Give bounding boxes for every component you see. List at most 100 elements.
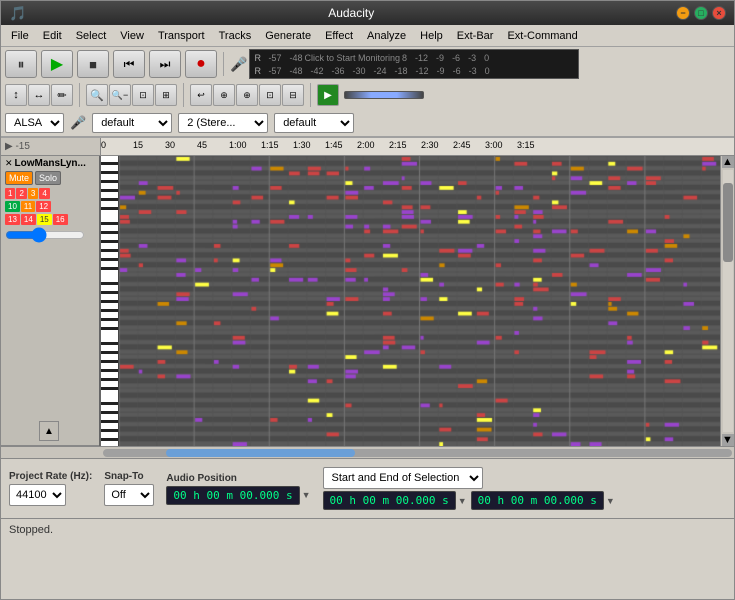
audio-position-group: Audio Position 00 h 00 m 00.000 s ▼: [166, 473, 310, 505]
scroll-up-arrow[interactable]: ▲: [722, 156, 734, 168]
zoom-out-button[interactable]: 🔍−: [109, 84, 131, 106]
playback-tool-1[interactable]: ▶: [317, 84, 339, 106]
channel-btn-10[interactable]: 10: [5, 201, 20, 212]
menu-generate[interactable]: Generate: [259, 28, 317, 44]
menu-tracks[interactable]: Tracks: [213, 28, 258, 44]
ruler-mark-30: 30: [165, 140, 175, 150]
midi-area: [101, 156, 720, 446]
menu-help[interactable]: Help: [414, 28, 449, 44]
menu-view[interactable]: View: [114, 28, 150, 44]
output-device-select[interactable]: default: [274, 113, 354, 133]
tools-divider-3: [310, 83, 311, 107]
tool-extra-2[interactable]: ⊕: [213, 84, 235, 106]
position-down-arrow[interactable]: ▼: [302, 490, 311, 500]
selection-type-select[interactable]: Start and End of Selection Start and Len…: [323, 467, 483, 489]
menu-analyze[interactable]: Analyze: [361, 28, 412, 44]
midi-channel-buttons-3: 13 14 15 16: [5, 214, 95, 225]
ruler-mark-15: 15: [133, 140, 143, 150]
tool-extra-4[interactable]: ⊡: [259, 84, 281, 106]
tool-extra-5[interactable]: ⊟: [282, 84, 304, 106]
menu-transport[interactable]: Transport: [152, 28, 211, 44]
ruler-mark-45: 45: [197, 140, 207, 150]
window-title: Audacity: [26, 6, 676, 20]
tool-extra-1[interactable]: ↩: [190, 84, 212, 106]
mute-button[interactable]: Mute: [5, 171, 33, 185]
project-rate-control: 44100 22050 48000: [9, 484, 92, 506]
audio-host-select[interactable]: ALSA: [5, 113, 64, 133]
project-rate-select[interactable]: 44100 22050 48000: [9, 484, 66, 506]
menu-select[interactable]: Select: [70, 28, 113, 44]
channel-btn-12[interactable]: 12: [36, 201, 51, 212]
minimize-button[interactable]: −: [676, 6, 690, 20]
channel-btn-4[interactable]: 4: [39, 188, 49, 199]
menu-file[interactable]: File: [5, 28, 35, 44]
stop-button[interactable]: ■: [77, 50, 109, 78]
ruler-mark-230: 2:30: [421, 140, 439, 150]
channel-btn-11[interactable]: 11: [21, 201, 35, 212]
envelope-tool-button[interactable]: ↔: [28, 84, 50, 106]
track-name: LowMansLyn...: [15, 158, 86, 169]
midi-note-canvas[interactable]: [119, 156, 720, 446]
horizontal-scrollbar[interactable]: [1, 446, 734, 458]
channel-btn-16[interactable]: 16: [53, 214, 68, 225]
status-text: Stopped.: [9, 524, 53, 536]
position3-down-arrow[interactable]: ▼: [606, 496, 615, 506]
menu-extbar[interactable]: Ext-Bar: [451, 28, 500, 44]
draw-tool-button[interactable]: ✏: [51, 84, 73, 106]
channel-btn-2[interactable]: 2: [16, 188, 26, 199]
input-device-select[interactable]: default: [92, 113, 172, 133]
vu-click-text[interactable]: Click to Start Monitoring: [304, 53, 400, 63]
channels-select[interactable]: 2 (Stere...: [178, 113, 268, 133]
menu-edit[interactable]: Edit: [37, 28, 68, 44]
scroll-up-button[interactable]: ▲: [39, 421, 59, 441]
snap-to-label: Snap-To: [104, 471, 154, 482]
vu-left-label: R: [254, 53, 266, 63]
maximize-button[interactable]: □: [694, 6, 708, 20]
scrollbar-track: [103, 449, 732, 457]
vertical-scrollbar[interactable]: ▲ ▼: [720, 156, 734, 446]
ruler-mark-315: 3:15: [517, 140, 535, 150]
track-volume-slider[interactable]: [5, 229, 85, 241]
channel-btn-15[interactable]: 15: [37, 214, 52, 225]
selection-tools: ↕ ↔ ✏: [5, 84, 73, 106]
position2-down-arrow[interactable]: ▼: [458, 496, 467, 506]
select-tool-button[interactable]: ↕: [5, 84, 27, 106]
mic-icon[interactable]: 🎤: [230, 56, 247, 73]
zoom-in-button[interactable]: 🔍: [86, 84, 108, 106]
scroll-down-arrow[interactable]: ▼: [722, 434, 734, 446]
title-bar: 🎵 Audacity − □ ×: [1, 1, 734, 25]
menu-effect[interactable]: Effect: [319, 28, 359, 44]
skip-back-button[interactable]: ⏮: [113, 50, 145, 78]
record-button[interactable]: ●: [185, 50, 217, 78]
vu-scale-top: -57-48: [268, 53, 302, 63]
playback-slider[interactable]: [344, 91, 424, 99]
tools-divider-2: [183, 83, 184, 107]
title-bar-left: 🎵: [9, 5, 26, 22]
zoom-fit-button[interactable]: ⊡: [132, 84, 154, 106]
device-row: ALSA 🎤 default 2 (Stere... default: [1, 109, 734, 137]
track-close-button[interactable]: ✕: [5, 158, 13, 169]
vu-scale-right: 8-12-9-6-30: [402, 53, 489, 63]
transport-toolbar: ⏸ ▶ ■ ⏮ ⏭ ● 🎤 R -57-48: [1, 47, 734, 81]
play-button[interactable]: ▶: [41, 50, 73, 78]
midi-channel-buttons-2: 10 11 12: [5, 201, 95, 212]
channel-btn-13[interactable]: 13: [5, 214, 20, 225]
skip-forward-button[interactable]: ⏭: [149, 50, 181, 78]
channel-btn-1[interactable]: 1: [5, 188, 15, 199]
solo-button[interactable]: Solo: [35, 171, 61, 185]
snap-to-select[interactable]: Off On: [104, 484, 154, 506]
vu-scale-bottom: -57-48-42-36-30-24-18-12-9-6-30: [268, 66, 489, 76]
pause-button[interactable]: ⏸: [5, 50, 37, 78]
channel-btn-14[interactable]: 14: [21, 214, 36, 225]
menu-extcommand[interactable]: Ext-Command: [501, 28, 583, 44]
track-header-panel: ✕ LowMansLyn... Mute Solo 1 2 3 4 10 11 …: [1, 156, 101, 446]
channel-btn-3[interactable]: 3: [28, 188, 38, 199]
tool-extra-3[interactable]: ⊕: [236, 84, 258, 106]
selection-positions: 00 h 00 m 00.000 s ▼ 00 h 00 m 00.000 s …: [323, 491, 615, 510]
zoom-select-button[interactable]: ⊞: [155, 84, 177, 106]
window-controls: − □ ×: [676, 6, 726, 20]
scrollbar-thumb[interactable]: [166, 449, 355, 457]
scroll-thumb[interactable]: [723, 183, 733, 262]
close-button[interactable]: ×: [712, 6, 726, 20]
ruler-scale[interactable]: 0 15 30 45 1:00 1:15 1:30 1:45 2:00 2:15…: [101, 138, 734, 155]
